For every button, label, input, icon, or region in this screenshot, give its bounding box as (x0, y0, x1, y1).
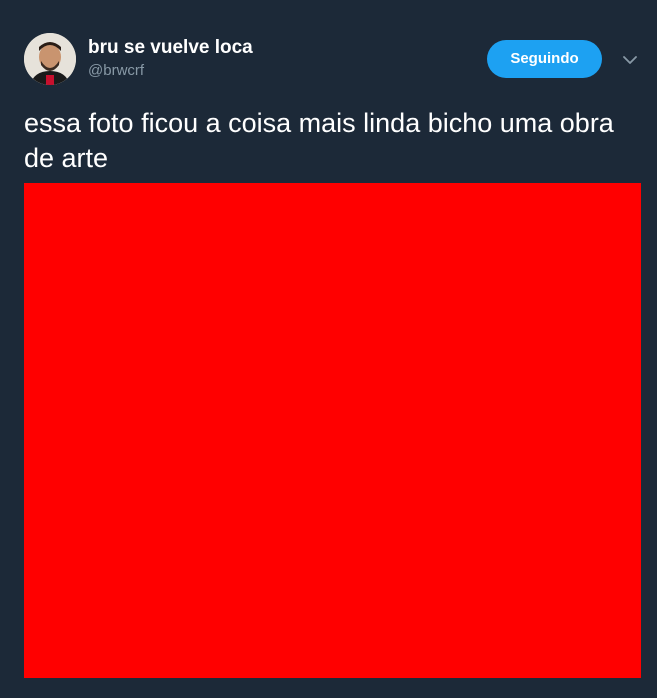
user-handle[interactable]: @brwcrf (88, 62, 144, 80)
chevron-down-icon[interactable] (620, 50, 640, 70)
tweet-media-image[interactable] (24, 183, 641, 678)
tweet-text: essa foto ficou a coisa mais linda bicho… (24, 108, 614, 173)
tweet-card: bru se vuelve loca @brwcrf Seguindo essa… (0, 0, 657, 698)
avatar[interactable] (24, 33, 76, 85)
following-button[interactable]: Seguindo (487, 40, 602, 78)
display-name[interactable]: bru se vuelve loca (88, 37, 253, 59)
